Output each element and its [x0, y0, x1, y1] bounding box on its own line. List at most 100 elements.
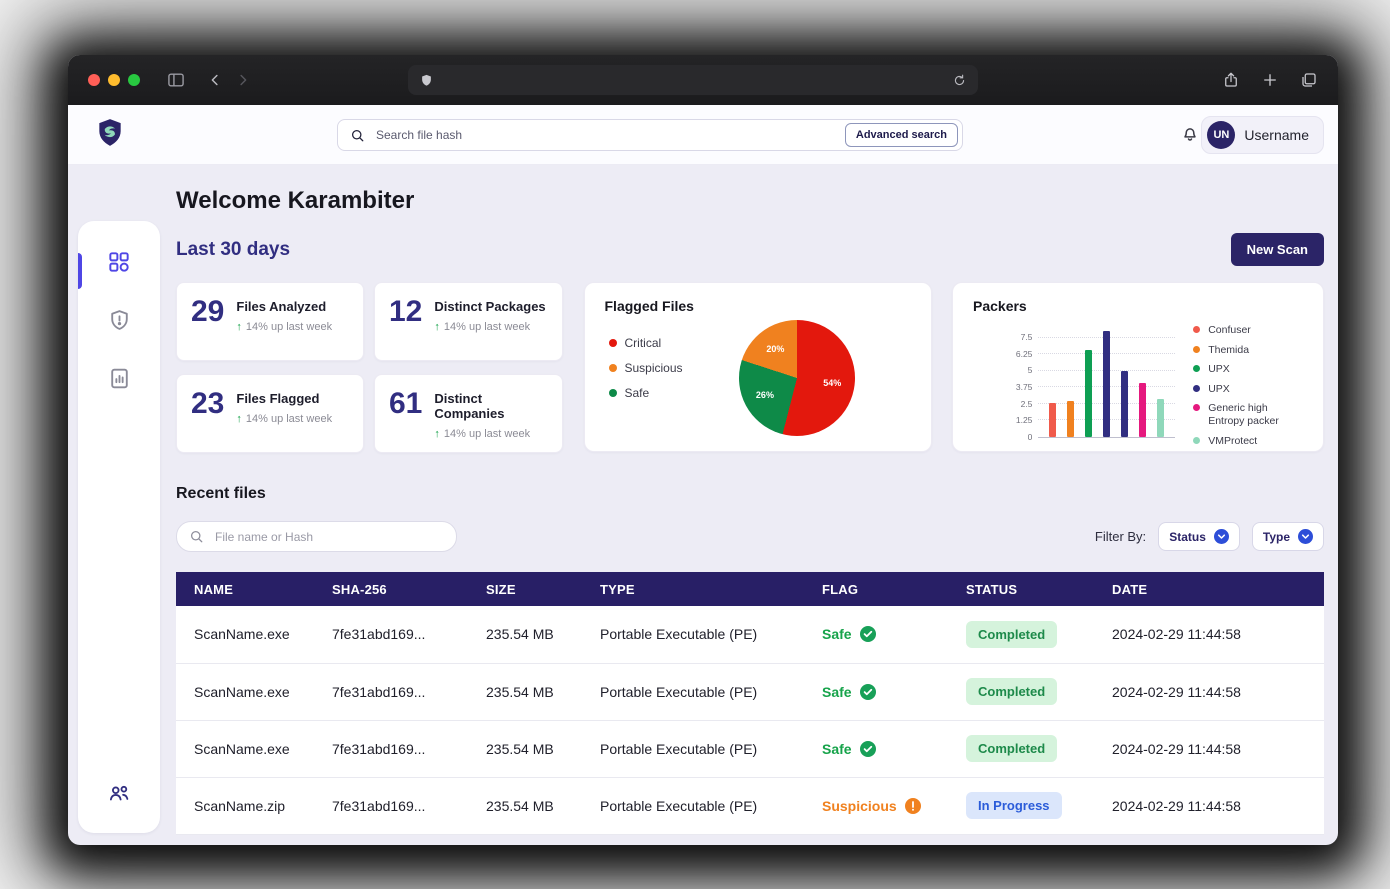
legend-label: Suspicious — [624, 361, 683, 375]
table-row[interactable]: ScanName.exe 7fe31abd169... 235.54 MB Porta… — [176, 663, 1324, 721]
recent-files-table-body: ScanName.exe 7fe31abd169... 235.54 MB Porta… — [176, 606, 1324, 835]
column-header[interactable]: FLAG — [822, 572, 966, 606]
cell-type: Portable Executable (PE) — [600, 720, 822, 778]
legend-item: Generic high Entropy packer — [1193, 402, 1303, 427]
cell-flag: Safe — [822, 663, 966, 721]
cell-type: Portable Executable (PE) — [600, 606, 822, 664]
share-icon[interactable] — [1222, 71, 1240, 89]
flagged-files-card: Flagged Files Critical Suspicious Safe 54%… — [583, 282, 932, 452]
flag-label: Safe — [822, 626, 852, 643]
cell-sha256: 7fe31abd169... — [332, 777, 486, 835]
check-circle-icon — [859, 683, 876, 700]
file-search-bar — [176, 521, 457, 552]
table-row[interactable]: ScanName.exe 7fe31abd169... 235.54 MB Porta… — [176, 606, 1324, 664]
filter-status-button[interactable]: Status — [1158, 522, 1240, 551]
stat-label: Distinct Packages — [434, 299, 546, 314]
y-tick-label: 5 — [1027, 365, 1033, 376]
flag-label: Safe — [822, 683, 852, 700]
legend-dot-icon — [1193, 436, 1201, 444]
sidebar-item-threats[interactable] — [107, 308, 132, 336]
dashboard-main: Welcome Karambiter Last 30 days New Scan… — [176, 165, 1324, 835]
sidebar-item-reports[interactable] — [107, 366, 132, 394]
filter-type-button[interactable]: Type — [1251, 522, 1324, 551]
cell-flag: Safe — [822, 606, 966, 664]
search-icon — [350, 128, 365, 143]
sidebar-item-team[interactable] — [106, 780, 132, 809]
column-header[interactable]: SIZE — [486, 572, 600, 606]
close-window-button[interactable] — [88, 74, 100, 86]
legend-dot-icon — [1193, 365, 1201, 373]
column-header[interactable]: NAME — [176, 572, 332, 606]
cell-type: Portable Executable (PE) — [600, 663, 822, 721]
y-tick-label: 3.75 — [1015, 382, 1033, 392]
column-header[interactable]: STATUS — [966, 572, 1112, 606]
back-icon[interactable] — [206, 71, 224, 89]
packers-title: Packers — [973, 298, 1027, 314]
table-row[interactable]: ScanName.zip 7fe31abd169... 235.54 MB Porta… — [176, 777, 1324, 835]
sidebar — [78, 221, 160, 833]
advanced-search-button[interactable]: Advanced search — [844, 123, 958, 147]
legend-dot-icon — [608, 364, 617, 372]
flagged-legend: Critical Suspicious Safe — [608, 336, 683, 400]
tab-overview-icon[interactable] — [1300, 71, 1318, 89]
up-arrow-icon — [434, 428, 440, 440]
new-scan-button[interactable]: New Scan — [1230, 233, 1324, 266]
summary-cards-row: 29 Files Analyzed 14% up last week 12 Di… — [176, 282, 1324, 453]
stat-value: 12 — [389, 295, 423, 328]
stat-value: 61 — [389, 387, 423, 420]
legend-item: Confuser — [1193, 324, 1303, 337]
status-badge: Completed — [966, 678, 1058, 705]
status-badge: In Progress — [966, 792, 1062, 819]
recent-files-heading: Recent files — [176, 485, 266, 502]
chevron-down-icon — [1298, 529, 1313, 544]
legend-label: Confuser — [1208, 324, 1251, 336]
cell-status: Completed — [966, 606, 1112, 664]
sidebar-toggle-icon[interactable] — [166, 70, 186, 90]
cell-size: 235.54 MB — [486, 777, 600, 835]
column-header[interactable]: SHA-256 — [332, 572, 486, 606]
reload-icon[interactable] — [952, 73, 967, 88]
minimize-window-button[interactable] — [108, 74, 120, 86]
search-icon — [189, 529, 204, 544]
address-bar[interactable] — [408, 65, 978, 95]
user-menu[interactable]: UN Username — [1201, 115, 1324, 154]
hash-search-bar: Advanced search — [337, 119, 963, 151]
packers-legend: Confuser Themida UPX UPX Generic high Entrop… — [1193, 324, 1303, 447]
cell-date: 2024-02-29 11:44:58 — [1112, 720, 1324, 778]
active-nav-indicator — [78, 253, 82, 289]
cell-size: 235.54 MB — [486, 663, 600, 721]
cell-status: In Progress — [966, 777, 1112, 835]
cell-sha256: 7fe31abd169... — [332, 720, 486, 778]
y-tick-label: 0 — [1027, 432, 1033, 442]
search-input[interactable] — [374, 127, 836, 143]
recent-files-table: NAME SHA-256 SIZE TYPE FLAG STATUS DATE ScanNa… — [176, 572, 1324, 835]
legend-dot-icon — [1193, 326, 1201, 333]
legend-item: UPX — [1193, 363, 1303, 376]
legend-dot-icon — [1193, 384, 1201, 392]
pie-slice-label: 54% — [823, 377, 842, 388]
flagged-files-title: Flagged Files — [604, 298, 694, 314]
browser-window: Advanced search UN Username — [68, 55, 1338, 845]
cell-flag: Suspicious — [822, 777, 966, 835]
stat-delta: 14% up last week — [434, 321, 545, 333]
new-tab-icon[interactable] — [1261, 71, 1279, 89]
column-header[interactable]: DATE — [1112, 572, 1324, 606]
site-shield-icon — [419, 73, 434, 88]
cell-flag: Safe — [822, 720, 966, 778]
username-label: Username — [1244, 126, 1309, 143]
cell-name: ScanName.zip — [176, 777, 332, 835]
stat-delta: 14% up last week — [434, 428, 548, 440]
file-search-input[interactable] — [213, 528, 444, 545]
stats-grid: 29 Files Analyzed 14% up last week 12 Di… — [176, 282, 563, 453]
legend-item: VMProtect — [1193, 435, 1303, 448]
sidebar-item-dashboard[interactable] — [106, 249, 132, 278]
app-logo-shield-icon[interactable] — [94, 116, 126, 153]
cell-sha256: 7fe31abd169... — [332, 606, 486, 664]
column-header[interactable]: TYPE — [600, 572, 822, 606]
bar — [1103, 331, 1111, 437]
table-row[interactable]: ScanName.exe 7fe31abd169... 235.54 MB Porta… — [176, 720, 1324, 778]
cell-size: 235.54 MB — [486, 606, 600, 664]
forward-icon[interactable] — [234, 71, 252, 89]
zoom-window-button[interactable] — [128, 74, 140, 86]
legend-label: VMProtect — [1208, 434, 1258, 447]
